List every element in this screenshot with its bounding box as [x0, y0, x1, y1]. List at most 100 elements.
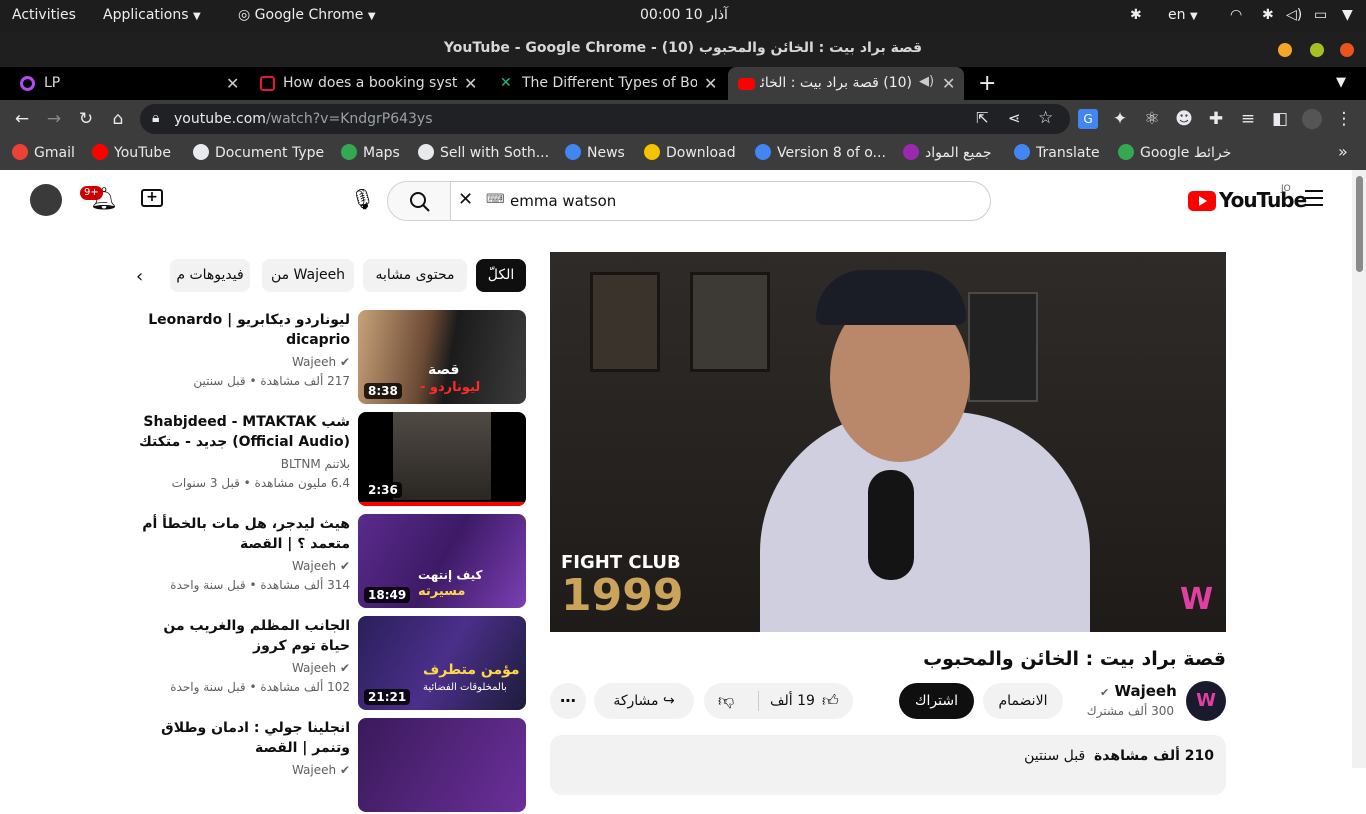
bookmark-translate[interactable]: Translate: [1014, 144, 1100, 161]
bookmark-star-icon[interactable]: ☆: [1038, 108, 1053, 128]
activities-button[interactable]: Activities: [12, 7, 76, 23]
profile-avatar[interactable]: [1302, 109, 1322, 129]
channel-name[interactable]: ✔ Wajeeh: [292, 661, 350, 675]
microphone-icon[interactable]: 🎙︎: [350, 187, 375, 211]
guide-menu-icon[interactable]: [1305, 190, 1323, 206]
keyboard-language[interactable]: en ▼: [1168, 7, 1198, 23]
video-title[interactable]: ليوناردو ديكابريو | Leonardo dicaprio: [135, 310, 350, 350]
side-panel-icon[interactable]: ◧: [1270, 109, 1290, 129]
reload-icon[interactable]: ↻: [76, 109, 96, 129]
recommendation-item[interactable]: كيف إنتهت مسيرته 18:49 هيث ليدجر، هل مات…: [140, 514, 530, 610]
volume-icon[interactable]: ◁): [1286, 7, 1302, 23]
menu-dots-icon[interactable]: ⋮: [1334, 109, 1354, 129]
tab-lp[interactable]: LP ✕: [10, 67, 246, 100]
channel-avatar[interactable]: W: [1186, 681, 1226, 721]
channel-name[interactable]: ✔ Wajeeh: [292, 355, 350, 369]
open-in-app-icon[interactable]: ⇱: [976, 109, 989, 127]
bluetooth-status-icon[interactable]: ✱: [1262, 7, 1274, 23]
close-icon[interactable]: ✕: [464, 74, 477, 93]
more-actions-icon[interactable]: ⋯: [550, 683, 586, 719]
minimize-button[interactable]: [1278, 43, 1292, 57]
forward-icon[interactable]: →: [44, 109, 64, 129]
chip-all[interactable]: الكلّ: [476, 259, 526, 292]
video-thumbnail[interactable]: مؤمن متطرف بالمخلوقات الفضائية 21:21: [358, 616, 526, 710]
close-icon[interactable]: ✕: [704, 74, 717, 93]
bookmark-youtube[interactable]: YouTube: [92, 144, 171, 161]
tab-booking[interactable]: How does a booking syste ✕: [250, 67, 486, 100]
recommendation-item[interactable]: انجلينا جولي : ادمان وطلاق وتنمر | القصة…: [140, 718, 530, 814]
lock-icon[interactable]: 🔒︎: [152, 110, 159, 126]
react-devtools-icon[interactable]: ⚛: [1142, 109, 1162, 129]
video-title[interactable]: Shabjdeed - MTAKTAK شب جديد - متكتك (Off…: [135, 412, 350, 452]
clear-search-icon[interactable]: ✕: [458, 189, 473, 210]
translate-extension-icon[interactable]: G: [1078, 109, 1098, 129]
tab-search-icon[interactable]: ▼: [1336, 75, 1346, 90]
app-menu-chrome[interactable]: ◎ Google Chrome ▼: [238, 7, 376, 23]
subscribe-button[interactable]: اشتراك: [899, 683, 974, 719]
bookmark-document-type[interactable]: Document Type: [193, 144, 324, 161]
recommendation-item[interactable]: 2:36 Shabjdeed - MTAKTAK شب جديد - متكتك…: [139, 412, 530, 508]
chip-from-wajeeh[interactable]: من Wajeeh: [262, 259, 354, 292]
like-icon[interactable]: 👍︎: [822, 683, 839, 719]
url-text[interactable]: youtube.com/watch?v=KndgrP643ys: [174, 111, 433, 127]
page-scrollbar[interactable]: [1352, 170, 1366, 768]
video-thumbnail[interactable]: 2:36: [358, 412, 526, 506]
channel-name[interactable]: ✔ Wajeeh: [1100, 682, 1177, 700]
bookmark-gmail[interactable]: Gmail: [12, 144, 75, 161]
scrollbar-thumb[interactable]: [1356, 176, 1363, 272]
close-icon[interactable]: ✕: [226, 74, 239, 93]
chips-scroll-left-icon[interactable]: ‹: [136, 266, 143, 287]
tab-types[interactable]: ✕ The Different Types of Bo ✕: [490, 67, 726, 100]
bookmark-news[interactable]: News: [565, 144, 625, 161]
new-tab-button[interactable]: +: [978, 71, 996, 96]
bookmark-version8[interactable]: Version 8 of o...: [755, 144, 886, 161]
tab-youtube-active[interactable]: (10) قصة براد بيت : الخائن ◀) ✕: [728, 67, 964, 100]
home-icon[interactable]: ⌂: [108, 109, 128, 129]
close-window-button[interactable]: [1340, 43, 1354, 57]
recommendation-item[interactable]: مؤمن متطرف بالمخلوقات الفضائية 21:21 الج…: [140, 616, 530, 712]
video-thumbnail[interactable]: قصة ليوناردو - 8:38: [358, 310, 526, 404]
extension-icon[interactable]: ✦: [1110, 109, 1130, 129]
search-query-text[interactable]: emma watson: [510, 192, 616, 210]
share-icon[interactable]: ⋖: [1008, 109, 1021, 127]
audio-playing-icon[interactable]: ◀): [919, 74, 934, 89]
chip-related[interactable]: محتوى مشابه: [363, 259, 467, 292]
join-button[interactable]: الانضمام: [983, 683, 1063, 719]
battery-icon[interactable]: ▭: [1314, 7, 1327, 23]
video-player[interactable]: FIGHT CLUB 1999 W: [550, 252, 1226, 632]
bookmark-sothebys[interactable]: Sell with Soth...: [418, 144, 549, 161]
video-title[interactable]: هيث ليدجر، هل مات بالخطأ أم متعمد ؟ | ال…: [135, 514, 350, 554]
channel-name[interactable]: ✔ Wajeeh: [292, 559, 350, 573]
video-title[interactable]: الجانب المظلم والغريب من حياة توم كروز: [135, 616, 350, 656]
bookmark-all-materials[interactable]: جميع المواد: [903, 144, 991, 161]
search-input[interactable]: ✕ ⌨ emma watson: [450, 181, 991, 221]
channel-name[interactable]: بلاتنم BLTNM: [281, 457, 350, 471]
like-count[interactable]: 19 ألف: [770, 683, 815, 719]
extensions-puzzle-icon[interactable]: ✚: [1206, 109, 1226, 129]
chip-channel-videos[interactable]: فيديوهات م: [170, 259, 250, 292]
bookmark-download[interactable]: Download: [644, 144, 736, 161]
channel-name[interactable]: ✔ Wajeeh: [292, 763, 350, 777]
address-bar[interactable]: 🔒︎ youtube.com/watch?v=KndgrP643ys ⇱ ⋖ ☆: [140, 104, 1070, 134]
applications-menu[interactable]: Applications ▼: [103, 7, 201, 23]
share-button[interactable]: مشاركة ↪: [594, 683, 694, 719]
dislike-icon[interactable]: 👎︎: [718, 683, 734, 719]
create-video-icon[interactable]: +: [141, 189, 163, 207]
more-bookmarks-icon[interactable]: »: [1338, 142, 1348, 161]
youtube-logo-icon[interactable]: [1188, 191, 1216, 211]
description-box[interactable]: 210 ألف مشاهدة قبل سنتين: [550, 735, 1226, 795]
search-button[interactable]: [387, 181, 451, 221]
bookmark-maps[interactable]: Maps: [341, 144, 400, 161]
video-thumbnail[interactable]: [358, 718, 526, 812]
bluetooth-icon[interactable]: ✱: [1130, 7, 1142, 23]
back-icon[interactable]: ←: [12, 109, 32, 129]
video-thumbnail[interactable]: كيف إنتهت مسيرته 18:49: [358, 514, 526, 608]
youtube-logo-text[interactable]: YouTube: [1219, 188, 1307, 212]
chevron-down-icon[interactable]: ▼: [1342, 7, 1353, 23]
media-control-icon[interactable]: ≡: [1238, 109, 1258, 129]
bookmark-google-maps-ar[interactable]: Google خرائط: [1118, 144, 1231, 161]
clock[interactable]: آذار 10 00:00: [640, 7, 728, 23]
extension-face-icon[interactable]: ☻: [1174, 109, 1194, 129]
account-avatar[interactable]: [30, 184, 62, 216]
maximize-button[interactable]: [1310, 43, 1324, 57]
